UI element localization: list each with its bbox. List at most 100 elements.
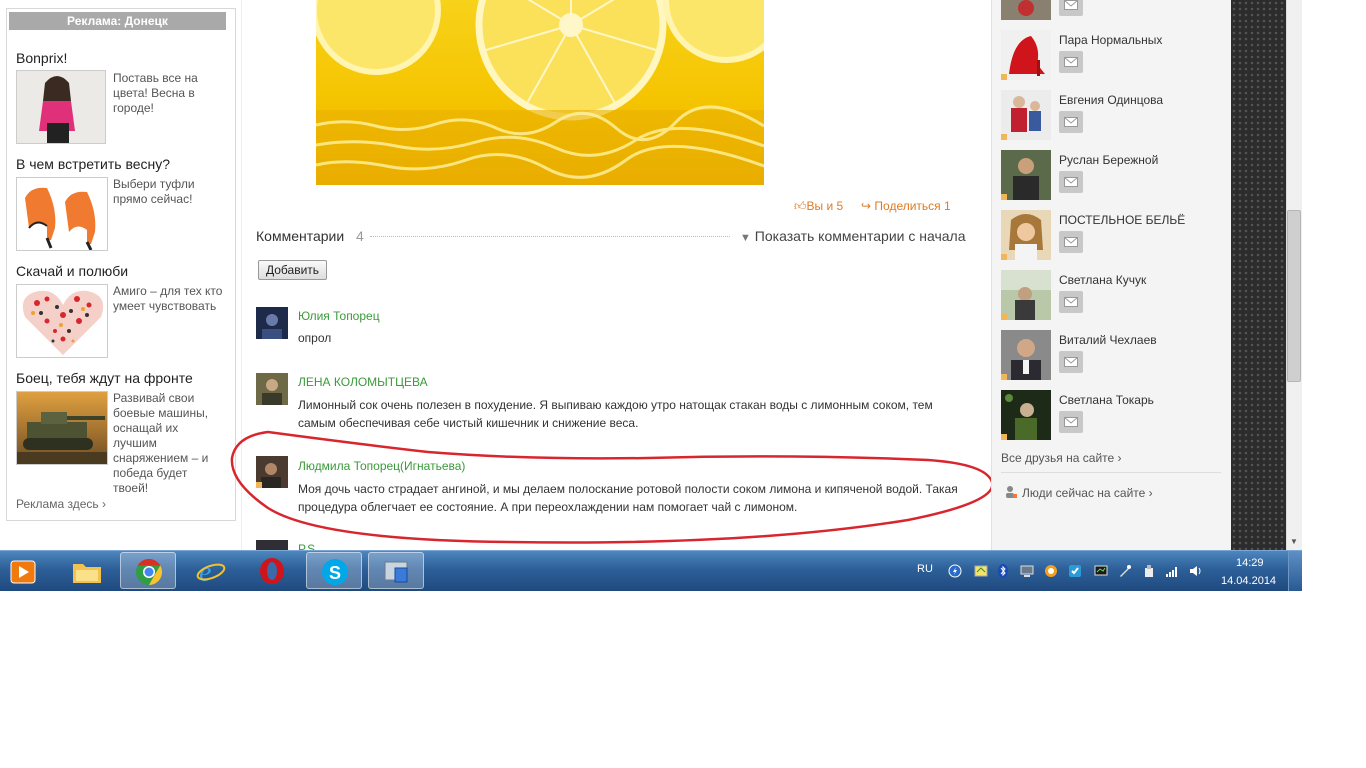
envelope-icon — [1064, 417, 1078, 427]
message-button[interactable] — [1059, 231, 1083, 253]
taskbar-chrome[interactable] — [120, 552, 176, 589]
network-monitor-icon[interactable] — [1094, 564, 1108, 578]
taskbar-skype[interactable]: S — [306, 552, 362, 589]
online-indicator — [1001, 434, 1007, 440]
online-indicator — [1001, 194, 1007, 200]
online-indicator — [1001, 314, 1007, 320]
show-from-start-link[interactable]: ▼ Показать комментарии с начала — [740, 228, 966, 244]
ad-image-amigo[interactable] — [16, 284, 108, 358]
people-icon — [1006, 486, 1017, 498]
friend-name[interactable]: Руслан Бережной — [1059, 153, 1158, 167]
opera-icon — [260, 558, 284, 584]
message-button[interactable] — [1059, 0, 1083, 16]
usb-device-icon[interactable] — [1142, 564, 1156, 578]
folder-icon — [73, 564, 101, 583]
online-indicator — [1001, 134, 1007, 140]
ad-image-bonprix[interactable] — [16, 70, 106, 144]
show-desktop-button[interactable] — [1288, 551, 1302, 591]
ad-text-amigo[interactable]: Амиго – для тех кто умеет чувствовать — [113, 284, 223, 314]
comment-text: Лимонный сок очень полезен в похудение. … — [298, 398, 933, 430]
taskbar-file-explorer[interactable] — [58, 552, 114, 589]
bluetooth-icon[interactable] — [996, 564, 1010, 578]
svg-text:S: S — [329, 563, 341, 583]
friend-name[interactable]: Евгения Одинцова — [1059, 93, 1163, 107]
scrollbar-thumb[interactable] — [1287, 210, 1301, 382]
envelope-icon — [1064, 237, 1078, 247]
friend-photo[interactable] — [1001, 30, 1051, 80]
column-divider — [241, 0, 242, 550]
friend-photo[interactable] — [1001, 270, 1051, 320]
friend-name[interactable]: Пара Нормальных — [1059, 33, 1162, 47]
share-button[interactable]: ↪ Поделиться 1 — [861, 199, 951, 213]
thumb-up-icon: 👍︎ — [794, 199, 807, 213]
friend-name[interactable]: Светлана Кучук — [1059, 273, 1146, 287]
signal-strength-icon[interactable] — [1165, 564, 1179, 578]
clock-time[interactable]: 14:29 — [1236, 557, 1264, 569]
envelope-icon — [1064, 297, 1078, 307]
friend-photo[interactable] — [1001, 90, 1051, 140]
ad-text-tanks[interactable]: Развивай свои боевые машины, оснащай их … — [113, 391, 223, 496]
taskbar-internet-explorer[interactable]: e — [182, 552, 238, 589]
taskbar-opera[interactable] — [244, 552, 300, 589]
friend-photo[interactable] — [1001, 0, 1051, 20]
ad-title-amigo[interactable]: Скачай и полюби — [16, 263, 128, 279]
display-icon[interactable] — [1020, 564, 1034, 578]
comment-avatar[interactable] — [256, 373, 288, 405]
page-background-pattern — [1231, 0, 1286, 550]
friend-photo[interactable] — [1001, 390, 1051, 440]
friend-name[interactable]: Светлана Токарь — [1059, 393, 1154, 407]
ad-text-bonprix[interactable]: Поставь все на цвета! Весна в городе! — [113, 71, 223, 116]
scroll-down-arrow-icon[interactable]: ▼ — [1287, 535, 1301, 549]
tray-orange-icon[interactable] — [1044, 564, 1058, 578]
online-indicator — [1001, 74, 1007, 80]
triangle-down-icon: ▼ — [740, 232, 751, 244]
friend-name[interactable]: Виталий Чехлаев — [1059, 333, 1157, 347]
ad-more-link[interactable]: Реклама здесь › — [16, 497, 106, 511]
message-button[interactable] — [1059, 51, 1083, 73]
chrome-icon — [136, 558, 163, 586]
friend-name[interactable]: ПОСТЕЛЬНОЕ БЕЛЬЁ — [1059, 213, 1185, 227]
comment-text: опрол — [298, 331, 332, 345]
ad-image-tanks[interactable] — [16, 391, 108, 465]
comment-avatar[interactable] — [256, 307, 288, 339]
comment-avatar[interactable] — [256, 456, 288, 488]
taskbar-remote-desktop[interactable] — [368, 552, 424, 589]
comment-author[interactable]: Юлия Топорец — [298, 309, 380, 323]
ad-text-shoes[interactable]: Выбери туфли прямо сейчас! — [113, 177, 223, 207]
comment-author[interactable]: Людмила Топорец(Игнатьева) — [298, 459, 465, 473]
power-icon[interactable] — [948, 564, 962, 578]
message-button[interactable] — [1059, 411, 1083, 433]
tray-app-icon[interactable] — [974, 564, 988, 578]
add-comment-button[interactable]: Добавить — [258, 260, 328, 280]
friend-photo[interactable] — [1001, 150, 1051, 200]
comment-text: Моя дочь часто страдает ангиной, и мы де… — [298, 482, 958, 514]
message-button[interactable] — [1059, 291, 1083, 313]
all-friends-link[interactable]: Все друзья на сайте › — [1001, 451, 1122, 465]
clock-date[interactable]: 14.04.2014 — [1221, 575, 1276, 587]
volume-icon[interactable] — [1189, 564, 1203, 578]
comments-heading: Комментарии — [256, 228, 345, 244]
browser-viewport: Реклама: Донецк Bonprix! Поставь все на … — [0, 0, 1302, 591]
post-photo-lemons[interactable] — [316, 0, 764, 185]
friend-photo[interactable] — [1001, 210, 1051, 260]
message-button[interactable] — [1059, 171, 1083, 193]
envelope-icon — [1064, 0, 1078, 10]
people-online-link[interactable]: Люди сейчас на сайте › — [1022, 486, 1153, 500]
online-indicator — [1001, 374, 1007, 380]
ad-title-tanks[interactable]: Боец, тебя ждут на фронте — [16, 370, 193, 386]
antivirus-icon[interactable] — [1068, 564, 1082, 578]
ad-title-shoes[interactable]: В чем встретить весну? — [16, 156, 170, 172]
like-button[interactable]: 👍︎Вы и 5 — [794, 199, 843, 214]
ad-image-shoes[interactable] — [16, 177, 108, 251]
message-button[interactable] — [1059, 351, 1083, 373]
language-indicator[interactable]: RU — [917, 563, 933, 575]
friend-photo[interactable] — [1001, 330, 1051, 380]
tools-icon[interactable] — [1118, 564, 1132, 578]
comment-author[interactable]: ЛЕНА КОЛОМЫТЦЕВА — [298, 375, 428, 389]
empty-screen-area — [0, 591, 1366, 768]
taskbar-media-player[interactable] — [0, 552, 44, 589]
comments-count: 4 — [356, 228, 364, 244]
message-button[interactable] — [1059, 111, 1083, 133]
ad-title-bonprix[interactable]: Bonprix! — [16, 50, 67, 66]
envelope-icon — [1064, 177, 1078, 187]
